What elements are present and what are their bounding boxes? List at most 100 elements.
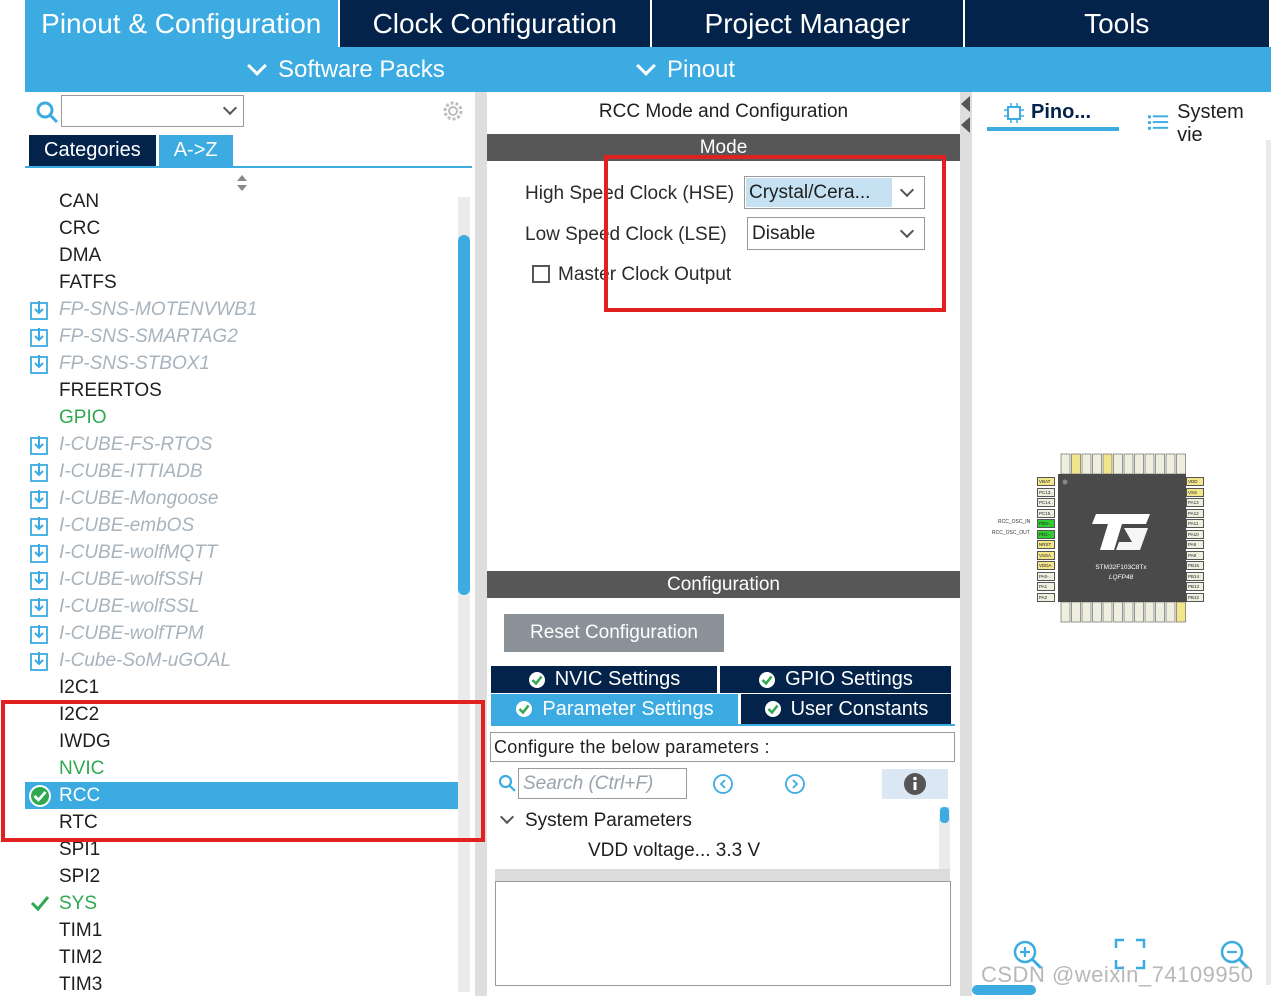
chip-pin[interactable]: PA8 (1186, 550, 1204, 560)
list-item[interactable]: I-CUBE-wolfMQTT (25, 539, 458, 566)
chip-pin[interactable] (1176, 601, 1186, 623)
tab-system-view[interactable]: System vie (1148, 101, 1271, 147)
list-item[interactable]: I-CUBE-FS-RTOS (25, 431, 458, 458)
chip-pin[interactable]: PA0-.. (1037, 571, 1055, 581)
list-item[interactable]: I-CUBE-ITTIADB (25, 458, 458, 485)
chip-pin[interactable] (1134, 601, 1144, 623)
list-item[interactable]: SYS (25, 890, 458, 917)
chip-pin[interactable]: PC14.. (1037, 498, 1055, 507)
list-item[interactable]: I-Cube-SoM-uGOAL (25, 647, 458, 674)
chip-pin[interactable]: PA11 (1186, 519, 1204, 528)
tab-a-z[interactable]: A->Z (158, 135, 233, 166)
chip-pin[interactable] (1155, 601, 1165, 623)
chip-pin[interactable] (1144, 453, 1155, 475)
tab-project-manager[interactable]: Project Manager (652, 0, 963, 47)
list-item[interactable]: I-CUBE-Mongoose (25, 485, 458, 512)
chip-pin[interactable] (1071, 601, 1081, 623)
chip-pin[interactable] (1102, 453, 1113, 475)
chevron-down-icon[interactable] (222, 100, 238, 116)
parameter-horizontal-scrollbar[interactable] (495, 869, 950, 881)
gear-icon[interactable] (440, 98, 466, 124)
chip-pin[interactable] (1102, 601, 1113, 623)
chip-pin[interactable]: PB14 (1186, 571, 1204, 581)
tab-tools[interactable]: Tools (964, 0, 1270, 47)
next-icon[interactable] (784, 773, 806, 795)
tab-clock-configuration[interactable]: Clock Configuration (339, 0, 650, 47)
collapse-left-icon[interactable] (961, 117, 970, 133)
search-input[interactable] (61, 95, 244, 127)
tab-user-constants[interactable]: User Constants (741, 694, 951, 724)
chip-pin[interactable]: PD1-.. (1037, 529, 1055, 539)
tab-gpio-settings[interactable]: GPIO Settings (720, 666, 951, 693)
tab-parameter-settings[interactable]: Parameter Settings (491, 694, 738, 724)
chip-pin[interactable]: PA12 (1186, 508, 1204, 518)
software-packs-menu[interactable]: Software Packs (247, 47, 445, 92)
info-button[interactable] (882, 769, 948, 799)
chip-pin[interactable]: VSS (1186, 487, 1204, 497)
chip-pin[interactable]: PB12 (1186, 592, 1204, 602)
list-item[interactable]: I-CUBE-wolfTPM (25, 620, 458, 647)
chip-pin[interactable] (1134, 453, 1144, 475)
list-scrollbar-thumb[interactable] (458, 235, 470, 595)
chip-pin[interactable] (1092, 453, 1102, 475)
chip-pin[interactable] (1123, 601, 1134, 623)
chip-pin[interactable] (1113, 601, 1123, 623)
chip-pin[interactable] (1071, 453, 1081, 475)
list-item[interactable]: I-CUBE-wolfSSH (25, 566, 458, 593)
chip-pin[interactable] (1060, 601, 1071, 623)
chip-pin[interactable]: PC15.. (1037, 508, 1055, 518)
parameter-search-input[interactable]: Search (Ctrl+F) (518, 768, 687, 799)
list-item[interactable]: FREERTOS (25, 377, 458, 404)
chip-pin[interactable] (1092, 601, 1102, 623)
previous-icon[interactable] (712, 773, 734, 795)
pinout-menu[interactable]: Pinout (636, 47, 735, 92)
chip-pin[interactable]: PB13 (1186, 582, 1204, 591)
chip-pin[interactable]: PC13.. (1037, 487, 1055, 497)
list-item[interactable]: I-CUBE-embOS (25, 512, 458, 539)
search-icon[interactable] (498, 774, 516, 792)
search-icon[interactable] (35, 100, 59, 124)
chip-pin[interactable]: PA13 (1186, 498, 1204, 507)
list-item[interactable]: TIM3 (25, 971, 458, 996)
vdd-voltage-row[interactable]: VDD voltage... 3.3 V (588, 840, 760, 862)
chip-pin[interactable]: PA2 (1037, 592, 1055, 602)
chip-pin[interactable] (1165, 601, 1176, 623)
list-item[interactable]: GPIO (25, 404, 458, 431)
chip-pin[interactable] (1176, 453, 1186, 475)
list-item[interactable]: SPI2 (25, 863, 458, 890)
chip-pin[interactable]: PB15 (1186, 561, 1204, 570)
reset-configuration-button[interactable]: Reset Configuration (504, 614, 724, 652)
mcu-chip[interactable]: STM32F103C8Tx LQFP48 (985, 452, 1215, 624)
chip-pin[interactable] (1144, 601, 1155, 623)
system-parameters-group[interactable]: System Parameters (525, 810, 692, 832)
list-item[interactable]: FP-SNS-MOTENVWB1 (25, 296, 458, 323)
chip-pin[interactable]: VBAT (1037, 477, 1055, 486)
right-scrollbar[interactable] (1266, 140, 1271, 985)
collapse-left-icon[interactable] (961, 96, 970, 112)
list-item[interactable]: CAN (25, 188, 458, 215)
list-item[interactable]: I-CUBE-wolfSSL (25, 593, 458, 620)
chip-pin[interactable] (1060, 453, 1071, 475)
chip-pin[interactable]: PA9 (1186, 540, 1204, 549)
chip-pin[interactable] (1123, 453, 1134, 475)
chip-pin[interactable] (1081, 453, 1092, 475)
list-item[interactable]: CRC (25, 215, 458, 242)
mco-checkbox[interactable] (532, 265, 550, 283)
list-item[interactable]: TIM1 (25, 917, 458, 944)
list-item[interactable]: FP-SNS-STBOX1 (25, 350, 458, 377)
chip-pin[interactable] (1165, 453, 1176, 475)
chevron-down-icon[interactable] (499, 809, 515, 825)
panel-splitter-right[interactable] (960, 92, 972, 996)
chip-pin[interactable] (1155, 453, 1165, 475)
list-item[interactable]: I2C1 (25, 674, 458, 701)
list-item[interactable]: FP-SNS-SMARTAG2 (25, 323, 458, 350)
tab-pinout-configuration[interactable]: Pinout & Configuration (25, 0, 338, 47)
tab-nvic-settings[interactable]: NVIC Settings (491, 666, 717, 693)
chip-pin[interactable] (1113, 453, 1123, 475)
tab-categories[interactable]: Categories (29, 135, 156, 166)
chip-pin[interactable]: VSSA (1037, 550, 1055, 560)
list-item[interactable]: DMA (25, 242, 458, 269)
list-item[interactable]: TIM2 (25, 944, 458, 971)
chip-pin[interactable]: VDD (1186, 477, 1204, 486)
chip-pin[interactable]: PA1 (1037, 582, 1055, 591)
